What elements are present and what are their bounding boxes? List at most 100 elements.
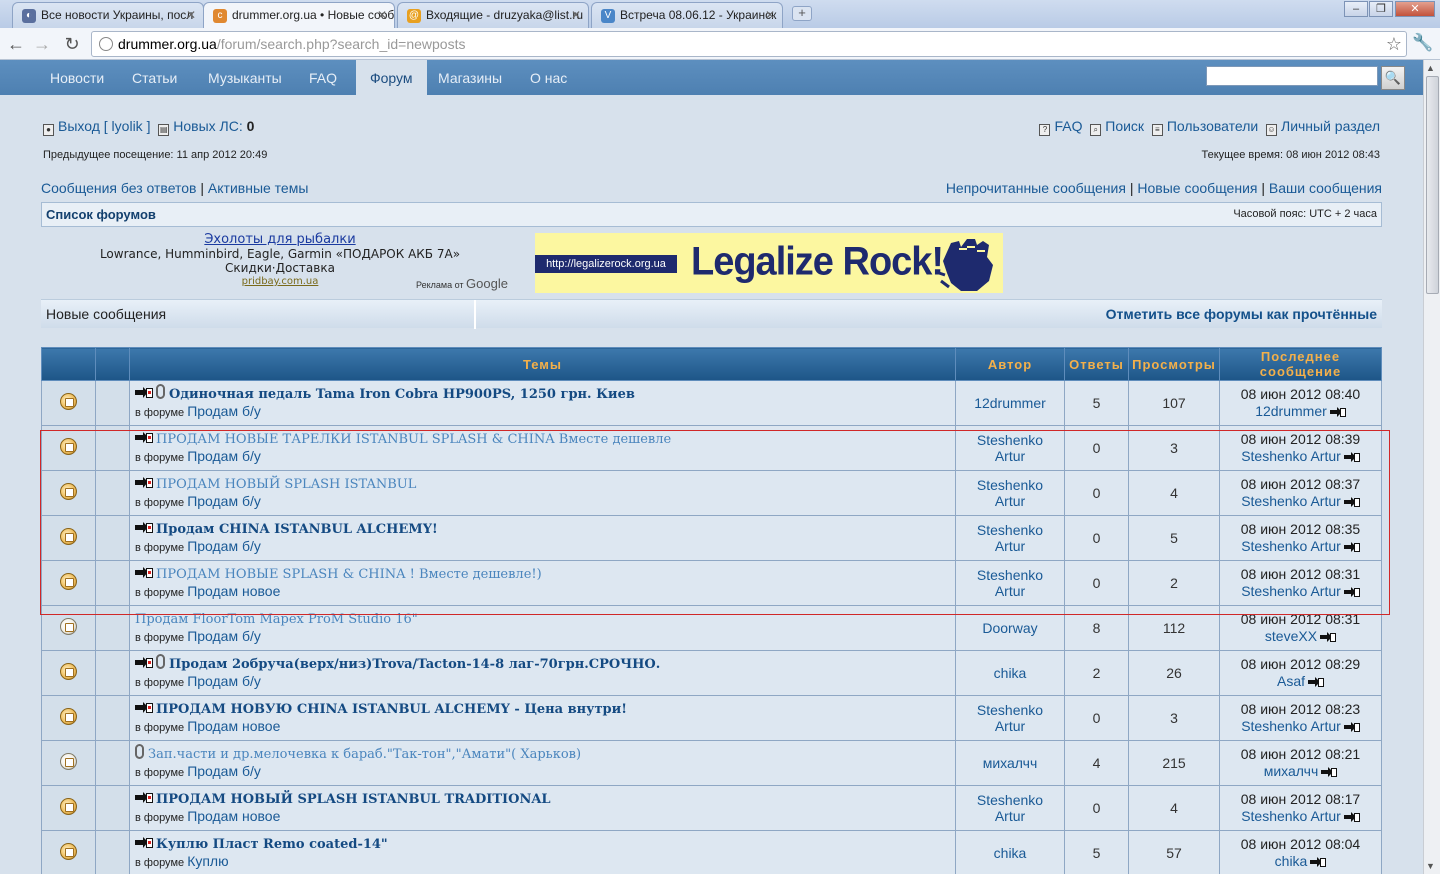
view-newest-post-icon[interactable] [135, 657, 153, 668]
minimize-button[interactable]: – [1344, 1, 1368, 17]
browser-tab-4[interactable]: V Встреча 08.06.12 - Украинск ✕ [591, 2, 783, 28]
topic-title-link[interactable]: Продам FloorTom Mapex ProM Studio 16" [135, 612, 418, 627]
last-post-author-link[interactable]: steveXX [1265, 628, 1317, 644]
new-posts-link[interactable]: Новые сообщения [1137, 180, 1257, 196]
new-tab-button[interactable]: + [792, 6, 812, 21]
last-post-author-link[interactable]: 12drummer [1255, 403, 1327, 419]
forum-link[interactable]: Продам б/у [187, 403, 261, 419]
search-button[interactable]: 🔍 [1381, 66, 1405, 90]
author-link[interactable]: Steshenko Artur [970, 702, 1050, 734]
go-to-last-post-icon[interactable] [1343, 452, 1360, 462]
view-newest-post-icon[interactable] [135, 431, 153, 443]
last-post-author-link[interactable]: Steshenko Artur [1241, 493, 1341, 509]
address-bar[interactable]: drummer.org.ua/forum/search.php?search_i… [91, 31, 1407, 57]
your-posts-link[interactable]: Ваши сообщения [1269, 180, 1382, 196]
go-to-last-post-icon[interactable] [1310, 857, 1327, 867]
topic-title-link[interactable]: Продам CHINA ISTANBUL ALCHEMY! [156, 522, 438, 537]
forum-link[interactable]: Продам новое [187, 718, 280, 734]
vertical-scrollbar[interactable]: ▲ ▼ [1423, 60, 1440, 874]
new-pm-label[interactable]: Новых ЛС: [173, 118, 242, 134]
browser-tab-3[interactable]: @ Входящие - druzyaka@list.ru ✕ [397, 2, 589, 28]
author-link[interactable]: Steshenko Artur [970, 432, 1050, 464]
author-link[interactable]: Doorway [982, 620, 1037, 636]
topic-title-link[interactable]: Зап.части и др.мелочевка к бараб."Так-то… [148, 747, 581, 762]
last-post-author-link[interactable]: Steshenko Artur [1241, 448, 1341, 464]
author-link[interactable]: Steshenko Artur [970, 522, 1050, 554]
forum-link[interactable]: Продам б/у [187, 538, 261, 554]
forum-link[interactable]: Продам б/у [187, 493, 261, 509]
ad-url-link[interactable]: pridbay.com.ua [90, 275, 470, 289]
legalize-rock-banner[interactable]: http://legalizerock.org.ua Legalize Rock… [535, 233, 1003, 293]
go-to-last-post-icon[interactable] [1343, 587, 1360, 597]
forward-icon[interactable]: → [31, 33, 53, 55]
logout-link[interactable]: Выход [ lyolik ] [58, 118, 150, 134]
ad-title-link[interactable]: Эхолоты для рыбалки [90, 233, 470, 247]
go-to-last-post-icon[interactable] [1308, 677, 1324, 687]
users-link[interactable]: Пользователи [1167, 118, 1258, 134]
forum-link[interactable]: Продам б/у [187, 628, 261, 644]
window-close-button[interactable]: ✕ [1395, 1, 1435, 17]
author-link[interactable]: chika [994, 665, 1027, 681]
go-to-last-post-icon[interactable] [1329, 407, 1346, 417]
forum-index-link[interactable]: Список форумов [46, 207, 156, 222]
author-link[interactable]: Steshenko Artur [970, 792, 1050, 824]
search-link[interactable]: Поиск [1105, 118, 1144, 134]
author-link[interactable]: chika [994, 845, 1027, 861]
forum-link[interactable]: Куплю [187, 853, 228, 869]
view-newest-post-icon[interactable] [135, 476, 153, 488]
topic-title-link[interactable]: ПРОДАМ НОВЫЙ SPLASH ISTANBUL [156, 477, 416, 492]
back-icon[interactable]: ← [5, 33, 27, 55]
nav-faq[interactable]: FAQ [295, 60, 351, 95]
nav-forum[interactable]: Форум [356, 60, 427, 95]
last-post-author-link[interactable]: Steshenko Artur [1241, 808, 1341, 824]
forum-link[interactable]: Продам б/у [187, 673, 261, 689]
topic-title-link[interactable]: ПРОДАМ НОВЫЕ SPLASH & CHINA ! Вместе деш… [156, 567, 542, 582]
view-newest-post-icon[interactable] [135, 521, 153, 533]
maximize-button[interactable]: ❐ [1369, 1, 1393, 17]
forum-link[interactable]: Продам б/у [187, 763, 261, 779]
forum-link[interactable]: Продам б/у [187, 448, 261, 464]
nav-musicians[interactable]: Музыканты [194, 60, 296, 95]
bookmark-star-icon[interactable]: ☆ [1386, 32, 1402, 56]
ucp-link[interactable]: Личный раздел [1281, 118, 1380, 134]
unanswered-link[interactable]: Сообщения без ответов [41, 180, 197, 196]
browser-tab-2[interactable]: c drummer.org.ua • Новые сооб ✕ [203, 2, 395, 29]
view-newest-post-icon[interactable] [135, 791, 153, 803]
topic-title-link[interactable]: Куплю Пласт Remo coated-14" [156, 837, 388, 852]
tab-close-icon[interactable]: ✕ [571, 8, 581, 22]
forum-link[interactable]: Продам новое [187, 583, 280, 599]
author-link[interactable]: 12drummer [974, 395, 1046, 411]
go-to-last-post-icon[interactable] [1343, 542, 1360, 552]
unread-link[interactable]: Непрочитанные сообщения [946, 180, 1126, 196]
faq-link[interactable]: FAQ [1054, 118, 1082, 134]
last-post-author-link[interactable]: chika [1275, 853, 1308, 869]
wrench-icon[interactable]: 🔧 [1412, 33, 1433, 53]
view-newest-post-icon[interactable] [135, 836, 153, 848]
view-newest-post-icon[interactable] [135, 566, 153, 578]
topic-title-link[interactable]: Продам 2обруча(верх/низ)Trova/Tacton-14-… [169, 657, 660, 672]
view-newest-post-icon[interactable] [135, 701, 153, 713]
nav-shops[interactable]: Магазины [424, 60, 516, 95]
site-search-input[interactable] [1206, 66, 1378, 86]
view-newest-post-icon[interactable] [135, 387, 153, 398]
topic-title-link[interactable]: ПРОДАМ НОВЫЕ ТАРЕЛКИ ISTANBUL SPLASH & C… [156, 432, 671, 447]
active-topics-link[interactable]: Активные темы [208, 180, 309, 196]
author-link[interactable]: михалчч [983, 755, 1038, 771]
nav-news[interactable]: Новости [36, 60, 118, 95]
nav-articles[interactable]: Статьи [118, 60, 191, 95]
last-post-author-link[interactable]: Steshenko Artur [1241, 583, 1341, 599]
nav-about[interactable]: О нас [516, 60, 581, 95]
go-to-last-post-icon[interactable] [1343, 812, 1360, 822]
go-to-last-post-icon[interactable] [1321, 767, 1338, 777]
author-link[interactable]: Steshenko Artur [970, 567, 1050, 599]
last-post-author-link[interactable]: Asaf [1277, 673, 1305, 689]
browser-tab-1[interactable]: ◐ Все новости Украины, посл ✕ [12, 2, 204, 28]
topic-title-link[interactable]: ПРОДАМ НОВЫЙ SPLASH ISTANBUL TRADITIONAL [156, 792, 551, 807]
scroll-up-icon[interactable]: ▲ [1426, 63, 1435, 73]
reload-icon[interactable]: ↻ [61, 33, 83, 55]
go-to-last-post-icon[interactable] [1320, 632, 1337, 642]
tab-close-icon[interactable]: ✕ [377, 8, 387, 22]
topic-title-link[interactable]: Одиночная педаль Tama Iron Cobra HP900PS… [169, 387, 635, 402]
scroll-down-icon[interactable]: ▼ [1426, 861, 1435, 871]
tab-close-icon[interactable]: ✕ [186, 8, 196, 22]
